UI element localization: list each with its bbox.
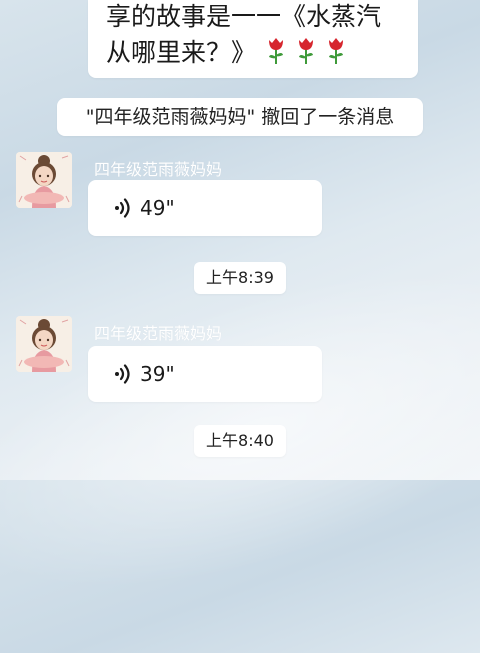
rose-icon <box>296 37 316 65</box>
sender-name: 四年级范雨薇妈妈 <box>94 324 223 343</box>
voice-duration: 39" <box>140 362 175 386</box>
timestamp: 上午8:40 <box>194 425 286 457</box>
voice-wave-icon <box>115 198 130 218</box>
avatar[interactable] <box>16 152 72 208</box>
rose-icon <box>326 37 346 65</box>
text-message-bubble[interactable]: 享的故事是一一《水蒸汽 从哪里来？》 <box>88 0 418 78</box>
voice-wave-icon <box>115 364 130 384</box>
voice-message-bubble[interactable]: 39" <box>88 346 322 402</box>
voice-message-bubble[interactable]: 49" <box>88 180 322 236</box>
voice-duration: 49" <box>140 196 175 220</box>
rose-icon <box>266 37 286 65</box>
message-text: 从哪里来？》 <box>106 38 257 67</box>
recall-notice: "四年级范雨薇妈妈" 撤回了一条消息 <box>57 98 423 136</box>
sender-name: 四年级范雨薇妈妈 <box>94 160 223 179</box>
message-text-line-2: 从哪里来？》 <box>106 34 346 72</box>
message-text-line: 享的故事是一一《水蒸汽 <box>106 2 382 31</box>
timestamp: 上午8:39 <box>194 262 286 294</box>
avatar[interactable] <box>16 316 72 372</box>
